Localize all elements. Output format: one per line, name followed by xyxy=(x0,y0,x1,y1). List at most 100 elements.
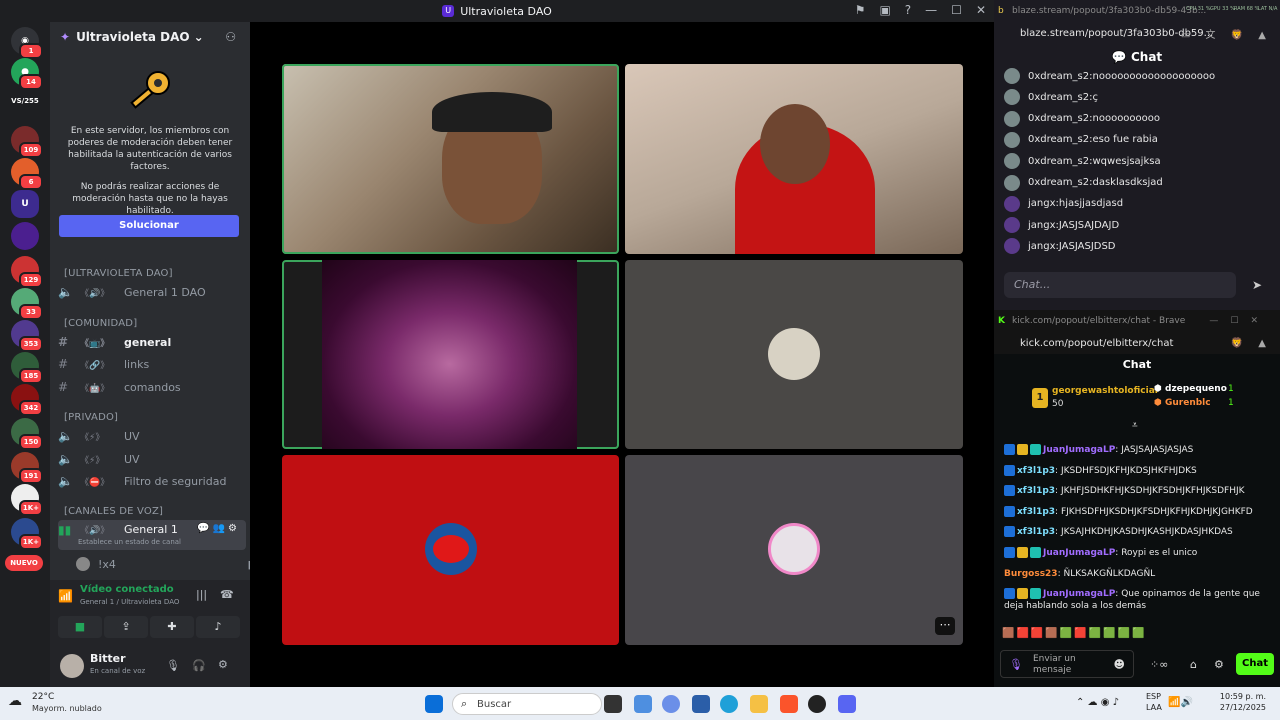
close-button[interactable]: ✕ xyxy=(976,3,986,17)
server-icon[interactable]: 129 xyxy=(11,256,43,288)
message-input[interactable]: 🎙 Enviar un mensaje ☻ xyxy=(1000,650,1134,678)
channel-uv-2[interactable]: 🔈 《⚡》 UV xyxy=(58,449,246,469)
weather-desc[interactable]: Mayorm. nublado xyxy=(32,704,102,713)
chat-username[interactable]: 0xdream_s2 xyxy=(1028,92,1089,103)
category-comunidad[interactable]: [COMUNIDAD] xyxy=(64,318,137,329)
widgets-icon[interactable] xyxy=(634,695,652,713)
chat-username[interactable]: jangx xyxy=(1028,241,1056,252)
soundboard-button[interactable]: ♪ xyxy=(196,616,240,638)
invite-icon[interactable]: ⚇ xyxy=(225,30,236,44)
channel-links[interactable]: # 《🔗》 links xyxy=(58,354,246,374)
server-icon[interactable] xyxy=(11,222,39,250)
collapse-icon[interactable]: ⩡ xyxy=(1132,420,1138,431)
weather-temp[interactable]: 22°C xyxy=(32,692,54,702)
server-icon[interactable]: ● 14 xyxy=(11,58,43,90)
mic-icon[interactable]: 🎙 xyxy=(166,659,180,672)
top-gifter-name[interactable]: georgewashtoloficial xyxy=(1052,386,1158,396)
settings-icon[interactable]: ⚙ xyxy=(1214,658,1224,671)
toolbar-icons[interactable]: 🦁 ▲ xyxy=(1231,338,1272,349)
category-ultravioleta[interactable]: [ULTRAVIOLETA DAO] xyxy=(64,268,173,279)
window-controls[interactable]: —☐✕ xyxy=(1209,316,1270,326)
channel-status-hint[interactable]: Establece un estado de canal xyxy=(78,538,181,546)
username[interactable]: Bitter xyxy=(90,652,126,665)
explorer-icon[interactable] xyxy=(750,695,768,713)
maximize-button[interactable]: ☐ xyxy=(951,3,962,17)
store-icon[interactable]: ⌂ xyxy=(1190,658,1197,671)
start-icon[interactable] xyxy=(425,695,443,713)
send-icon[interactable]: ➤ xyxy=(1252,278,1262,292)
video-tile[interactable] xyxy=(625,64,963,254)
clock-date[interactable]: 27/12/2025 xyxy=(1206,703,1266,712)
voice-location[interactable]: General 1 / Ultravioleta DAO xyxy=(80,598,179,606)
chat-username[interactable]: jangx xyxy=(1028,198,1056,209)
video-tile[interactable] xyxy=(625,260,963,449)
server-icon[interactable]: 1K+ xyxy=(11,518,43,550)
chat-send-button[interactable]: Chat xyxy=(1236,653,1274,675)
server-icon[interactable]: 353 xyxy=(11,320,43,352)
category-privado[interactable]: [PRIVADO] xyxy=(64,412,118,423)
chat-username[interactable]: JuanJumagaLP xyxy=(1043,548,1115,558)
channel-general[interactable]: # 《📺》 general xyxy=(58,332,246,352)
chat-username[interactable]: 0xdream_s2 xyxy=(1028,156,1089,167)
chat-username[interactable]: xf3l1p3 xyxy=(1017,486,1055,496)
avatar[interactable] xyxy=(1004,153,1020,170)
avatar[interactable] xyxy=(1004,195,1020,212)
server-ultravioleta-icon[interactable]: U xyxy=(11,190,39,218)
camera-button[interactable]: ■ xyxy=(58,616,102,638)
chat-username[interactable]: 0xdream_s2 xyxy=(1028,177,1089,188)
app-icon[interactable] xyxy=(808,695,826,713)
emoji-icon[interactable]: ☻ xyxy=(1114,658,1125,671)
discord-icon[interactable] xyxy=(838,695,856,713)
brave-icon[interactable] xyxy=(780,695,798,713)
channel-filtro[interactable]: 🔈 《⛔》 Filtro de seguridad xyxy=(58,471,246,491)
avatar[interactable] xyxy=(60,654,84,678)
activities-button[interactable]: ✚ xyxy=(150,616,194,638)
language-layout[interactable]: LAA xyxy=(1146,703,1162,712)
settings-icon[interactable]: ⚙ xyxy=(218,658,228,671)
chat-username[interactable]: 0xdream_s2 xyxy=(1028,134,1089,145)
avatar[interactable] xyxy=(1004,217,1020,234)
channel-uv-1[interactable]: 🔈 《⚡》 UV xyxy=(58,426,246,446)
chat-input[interactable]: Chat... xyxy=(1004,272,1236,298)
help-icon[interactable]: ? xyxy=(905,3,911,17)
voice-member[interactable]: !x4■ xyxy=(76,554,264,574)
task-view-icon[interactable] xyxy=(604,695,622,713)
more-options-icon[interactable]: ⋯ xyxy=(935,617,955,635)
inbox-icon[interactable]: ⚑ xyxy=(855,3,866,17)
headphones-icon[interactable]: 🎧 xyxy=(192,659,206,672)
category-voz[interactable]: [CANALES DE VOZ] xyxy=(64,506,163,517)
noise-icon[interactable]: ||| xyxy=(196,588,207,601)
url-text[interactable]: kick.com/popout/elbitterx/chat xyxy=(1020,338,1173,349)
tools-icon[interactable]: ⁘∞ xyxy=(1150,658,1168,671)
avatar[interactable] xyxy=(1004,131,1020,148)
chat-username[interactable]: xf3l1p3 xyxy=(1017,466,1055,476)
server-icon[interactable]: 1K+ xyxy=(11,484,43,516)
toolbar-icons[interactable]: ▭ 文 🦁 ▲ xyxy=(1181,26,1272,41)
language[interactable]: ESP xyxy=(1146,692,1161,701)
server-icon[interactable]: 185 xyxy=(11,352,43,384)
chat-username[interactable]: xf3l1p3 xyxy=(1017,507,1055,517)
chat-username[interactable]: 0xdream_s2 xyxy=(1028,113,1089,124)
video-tile[interactable] xyxy=(282,455,619,645)
server-icon[interactable]: 191 xyxy=(11,452,43,484)
avatar[interactable] xyxy=(1004,238,1020,255)
chat-username[interactable]: Burgoss23 xyxy=(1004,569,1058,579)
video-tile[interactable] xyxy=(282,260,619,449)
chat-username[interactable]: JuanJumagaLP xyxy=(1043,445,1115,455)
gifter-row[interactable]: ⬢ dzepequeno xyxy=(1154,384,1227,394)
chat-username[interactable]: jangx xyxy=(1028,220,1056,231)
dm-home-icon[interactable]: ◉ 1 xyxy=(11,27,43,59)
chat-username[interactable]: 0xdream_s2 xyxy=(1028,71,1089,82)
server-header[interactable]: ✦ Ultravioleta DAO ⌄ ⚇ xyxy=(50,22,250,52)
gifter-row[interactable]: ⬢ Gurenblc xyxy=(1154,398,1211,408)
voice-status[interactable]: Vídeo conectado xyxy=(80,584,174,595)
avatar[interactable] xyxy=(1004,110,1020,127)
address-bar[interactable]: kick.com/popout/elbitterx/chat 🦁 ▲ xyxy=(994,332,1280,354)
screen-share-button[interactable]: ⇪ xyxy=(104,616,148,638)
chat-username[interactable]: xf3l1p3 xyxy=(1017,527,1055,537)
server-icon[interactable]: 150 xyxy=(11,418,43,450)
emote-bar[interactable]: 🟫🟥🟥🟫🟩🟥🟩🟩🟩🟩 xyxy=(1002,628,1278,642)
signal-icon[interactable]: 📶 xyxy=(58,589,73,603)
new-badge[interactable]: NUEVO xyxy=(5,555,43,571)
address-bar[interactable]: blaze.stream/popout/3fa303b0-db59... ▭ 文… xyxy=(994,22,1280,44)
